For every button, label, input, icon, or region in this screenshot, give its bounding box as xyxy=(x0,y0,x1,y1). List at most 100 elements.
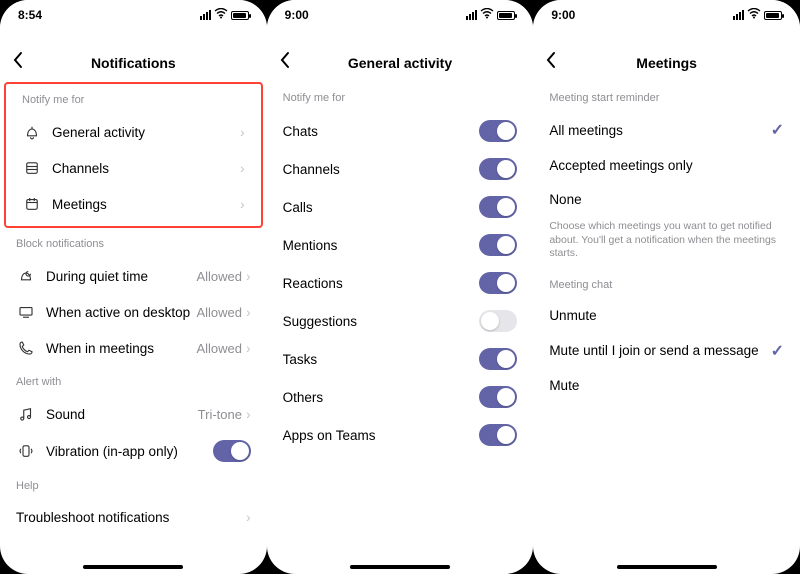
toggle-switch[interactable] xyxy=(479,424,517,446)
toggle-row: Apps on Teams xyxy=(267,416,534,454)
channel-icon xyxy=(22,158,42,178)
checkmark-icon: ✓ xyxy=(771,120,784,140)
row-label: Chats xyxy=(283,124,480,139)
toggle-switch[interactable] xyxy=(479,120,517,142)
row-label: All meetings xyxy=(549,123,770,138)
back-button[interactable] xyxy=(545,51,557,75)
content-area: Meeting start reminder All meetings✓Acce… xyxy=(533,78,800,574)
phone-icon xyxy=(16,338,36,358)
row-label: Accepted meetings only xyxy=(549,158,784,173)
row-label: Troubleshoot notifications xyxy=(16,510,246,525)
highlight-box: Notify me for General activity › Channel… xyxy=(4,82,263,228)
row-sound[interactable]: Sound Tri-tone › xyxy=(0,396,267,432)
row-label: Apps on Teams xyxy=(283,428,480,443)
section-header-notify: Notify me for xyxy=(267,82,534,112)
status-bar: 9:00 xyxy=(533,0,800,30)
row-label: When in meetings xyxy=(46,341,196,356)
screen-meetings: 9:00 Meetings Meeting start reminder All… xyxy=(533,0,800,574)
nav-bar: Notifications xyxy=(0,48,267,78)
signal-icon xyxy=(466,10,477,20)
battery-icon xyxy=(497,11,515,20)
toggle-switch[interactable] xyxy=(479,272,517,294)
signal-icon xyxy=(200,10,211,20)
toggle-switch[interactable] xyxy=(479,196,517,218)
content-area: Notify me for General activity › Channel… xyxy=(0,78,267,574)
option-row[interactable]: Mute xyxy=(533,369,800,403)
checkmark-icon: ✓ xyxy=(771,341,784,361)
status-time: 9:00 xyxy=(551,8,575,22)
row-quiet-time[interactable]: During quiet time Allowed › xyxy=(0,258,267,294)
toggle-switch[interactable] xyxy=(479,310,517,332)
status-icons xyxy=(200,8,249,22)
toggle-row: Channels xyxy=(267,150,534,188)
toggle-switch[interactable] xyxy=(479,386,517,408)
wifi-icon xyxy=(747,8,761,22)
option-row[interactable]: All meetings✓ xyxy=(533,112,800,148)
row-value: Allowed xyxy=(196,341,242,356)
row-meetings[interactable]: Meetings › xyxy=(6,186,261,222)
screen-notifications: 8:54 Notifications Notify me for General… xyxy=(0,0,267,574)
bell-icon xyxy=(22,122,42,142)
nav-bar: Meetings xyxy=(533,48,800,78)
option-row[interactable]: None xyxy=(533,182,800,216)
explain-text: Choose which meetings you want to get no… xyxy=(533,216,800,269)
row-label: Suggestions xyxy=(283,314,480,329)
home-indicator[interactable] xyxy=(350,565,450,569)
chevron-right-icon: › xyxy=(246,304,251,320)
back-button[interactable] xyxy=(12,51,24,75)
chevron-right-icon: › xyxy=(246,340,251,356)
desktop-icon xyxy=(16,302,36,322)
row-label: Channels xyxy=(283,162,480,177)
wifi-icon xyxy=(480,8,494,22)
toggle-switch[interactable] xyxy=(479,158,517,180)
option-row[interactable]: Mute until I join or send a message✓ xyxy=(533,333,800,369)
status-icons xyxy=(733,8,782,22)
section-header-block: Block notifications xyxy=(0,228,267,258)
row-label: Channels xyxy=(52,161,240,176)
toggle-row: Mentions xyxy=(267,226,534,264)
row-value: Allowed xyxy=(196,269,242,284)
row-channels[interactable]: Channels › xyxy=(6,150,261,186)
calendar-icon xyxy=(22,194,42,214)
row-label: Others xyxy=(283,390,480,405)
row-active-desktop[interactable]: When active on desktop Allowed › xyxy=(0,294,267,330)
row-label: When active on desktop xyxy=(46,305,196,320)
row-label: Mentions xyxy=(283,238,480,253)
screen-general-activity: 9:00 General activity Notify me for Chat… xyxy=(267,0,534,574)
back-button[interactable] xyxy=(279,51,291,75)
toggle-switch[interactable] xyxy=(479,234,517,256)
row-label: During quiet time xyxy=(46,269,196,284)
toggle-switch[interactable] xyxy=(479,348,517,370)
row-value: Tri-tone xyxy=(198,407,242,422)
battery-icon xyxy=(231,11,249,20)
row-label: Unmute xyxy=(549,308,784,323)
row-label: Mute xyxy=(549,378,784,393)
chevron-right-icon: › xyxy=(240,160,245,176)
section-header-start: Meeting start reminder xyxy=(533,82,800,112)
option-row[interactable]: Accepted meetings only xyxy=(533,148,800,182)
home-indicator[interactable] xyxy=(617,565,717,569)
home-indicator[interactable] xyxy=(83,565,183,569)
vibration-toggle[interactable] xyxy=(213,440,251,462)
page-title: Meetings xyxy=(636,55,697,71)
chevron-right-icon: › xyxy=(240,124,245,140)
row-label: Vibration (in-app only) xyxy=(46,444,213,459)
option-row[interactable]: Unmute xyxy=(533,299,800,333)
section-header-alert: Alert with xyxy=(0,366,267,396)
row-value: Allowed xyxy=(196,305,242,320)
battery-icon xyxy=(764,11,782,20)
row-in-meetings[interactable]: When in meetings Allowed › xyxy=(0,330,267,366)
vibration-icon xyxy=(16,441,36,461)
signal-icon xyxy=(733,10,744,20)
section-header-chat: Meeting chat xyxy=(533,269,800,299)
toggle-row: Others xyxy=(267,378,534,416)
nav-bar: General activity xyxy=(267,48,534,78)
chevron-right-icon: › xyxy=(246,406,251,422)
row-troubleshoot[interactable]: Troubleshoot notifications › xyxy=(0,500,267,534)
chevron-right-icon: › xyxy=(246,509,251,525)
toggle-row: Chats xyxy=(267,112,534,150)
row-label: Calls xyxy=(283,200,480,215)
status-time: 9:00 xyxy=(285,8,309,22)
status-time: 8:54 xyxy=(18,8,42,22)
row-general-activity[interactable]: General activity › xyxy=(6,114,261,150)
